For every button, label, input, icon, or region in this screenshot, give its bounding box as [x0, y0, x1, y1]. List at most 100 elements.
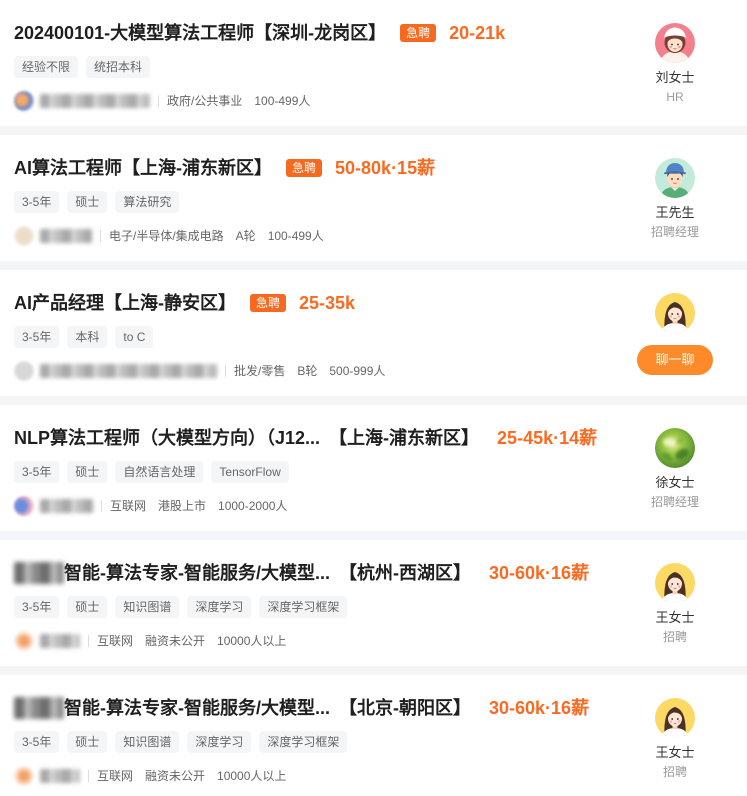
job-name-redacted-prefix[interactable] — [14, 562, 64, 584]
job-area: 【上海-浦东新区】 — [122, 158, 272, 178]
job-card[interactable]: AI产品经理 【上海-静安区】 急聘 25-35k 3-5年 本科 to C 批… — [0, 270, 747, 396]
job-tag: to C — [115, 326, 154, 348]
job-title-row[interactable]: 202400101-大模型算法工程师 【深圳-龙岗区】 急聘 20-21k — [14, 20, 505, 46]
recruiter-name: 王先生 — [655, 205, 695, 220]
divider — [88, 770, 89, 782]
recruiter[interactable]: 聊一聊 — [635, 293, 715, 375]
job-area: 【杭州-西湖区】 — [339, 563, 471, 583]
job-tags: 3-5年 硕士 算法研究 — [14, 191, 180, 213]
recruiter-name: 王女士 — [655, 610, 695, 625]
company-name-redacted[interactable] — [40, 94, 150, 108]
recruiter-avatar[interactable] — [655, 428, 695, 468]
job-card[interactable]: 智能-算法专家-智能服务/大模型... 【杭州-西湖区】 30-60k·16薪 … — [0, 540, 747, 666]
plant-photo-avatar-icon — [655, 428, 695, 468]
company-stage: 融资未公开 — [145, 634, 206, 648]
job-name-redacted-prefix[interactable] — [14, 697, 64, 719]
recruiter-avatar[interactable] — [655, 23, 695, 63]
job-tag: 硕士 — [67, 731, 108, 753]
company-stage: 港股上市 — [158, 499, 207, 513]
salary: 50-80k·15薪 — [335, 158, 436, 178]
company-name-redacted[interactable] — [40, 499, 93, 513]
job-title-row[interactable]: 智能-算法专家-智能服务/大模型... 【北京-朝阳区】 30-60k·16薪 — [14, 695, 589, 721]
job-tag: 自然语言处理 — [115, 461, 204, 483]
recruiter-avatar[interactable] — [655, 563, 695, 603]
job-name[interactable]: 智能-算法专家-智能服务/大模型... — [64, 560, 330, 586]
company-stage: A轮 — [235, 229, 256, 243]
job-tag: 3-5年 — [14, 596, 60, 618]
salary: 30-60k·16薪 — [489, 698, 590, 718]
recruiter-title: 招聘经理 — [650, 495, 699, 509]
company-row[interactable]: 政府/公共事业 100-499人 — [14, 91, 322, 111]
salary: 25-35k — [299, 293, 356, 313]
company-logo[interactable] — [14, 766, 34, 786]
salary: 20-21k — [449, 23, 506, 43]
job-title-row[interactable]: 智能-算法专家-智能服务/大模型... 【杭州-西湖区】 30-60k·16薪 — [14, 560, 589, 586]
job-card[interactable]: NLP算法工程师（大模型方向）（J12... 【上海-浦东新区】 25-45k·… — [0, 405, 747, 531]
recruiter-avatar[interactable] — [655, 158, 695, 198]
job-card[interactable]: AI算法工程师 【上海-浦东新区】 急聘 50-80k·15薪 3-5年 硕士 … — [0, 135, 747, 261]
job-area: 【深圳-龙岗区】 — [254, 23, 387, 43]
company-logo[interactable] — [14, 631, 34, 651]
company-logo[interactable] — [14, 496, 34, 516]
job-name[interactable]: 智能-算法专家-智能服务/大模型... — [64, 695, 330, 721]
recruiter-title: 招聘经理 — [650, 225, 699, 239]
job-name[interactable]: AI算法工程师 — [14, 155, 122, 181]
job-list: 202400101-大模型算法工程师 【深圳-龙岗区】 急聘 20-21k 经验… — [0, 0, 747, 796]
company-industry: 电子/半导体/集成电路 — [109, 229, 224, 243]
company-scale: 100-499人 — [267, 229, 324, 243]
company-row[interactable]: 互联网 港股上市 1000-2000人 — [14, 496, 299, 516]
company-logo[interactable] — [14, 91, 34, 111]
company-name-redacted[interactable] — [40, 229, 92, 243]
job-name[interactable]: AI产品经理 — [14, 290, 104, 316]
divider — [101, 500, 102, 512]
recruiter-title: HR — [666, 90, 684, 104]
recruiter[interactable]: 刘女士 HR — [635, 23, 715, 106]
recruiter-name: 刘女士 — [655, 70, 695, 85]
job-name[interactable]: NLP算法工程师（大模型方向）（J12... — [14, 425, 320, 451]
company-row[interactable]: 批发/零售 B轮 500-999人 — [14, 361, 397, 381]
job-area: 【北京-朝阳区】 — [339, 698, 471, 718]
divider — [100, 230, 101, 242]
job-title-row[interactable]: AI产品经理 【上海-静安区】 急聘 25-35k — [14, 290, 355, 316]
cartoon-woman-avatar-icon — [655, 563, 695, 603]
cartoon-man-avatar-icon — [655, 158, 695, 198]
company-name-redacted[interactable] — [40, 634, 80, 648]
job-tag: 深度学习框架 — [259, 596, 348, 618]
job-tag: 深度学习 — [187, 596, 252, 618]
recruiter[interactable]: 王女士 招聘 — [635, 698, 715, 781]
company-row[interactable]: 电子/半导体/集成电路 A轮 100-499人 — [14, 226, 336, 246]
company-name-redacted[interactable] — [40, 364, 217, 378]
job-tag: 硕士 — [67, 191, 108, 213]
recruiter[interactable]: 王女士 招聘 — [635, 563, 715, 646]
job-card[interactable]: 智能-算法专家-智能服务/大模型... 【北京-朝阳区】 30-60k·16薪 … — [0, 675, 747, 796]
company-name-redacted[interactable] — [40, 769, 80, 783]
chat-button[interactable]: 聊一聊 — [637, 345, 713, 375]
urgent-badge: 急聘 — [250, 294, 287, 312]
job-tag: 算法研究 — [115, 191, 180, 213]
company-scale: 10000人以上 — [217, 634, 287, 648]
job-name[interactable]: 202400101-大模型算法工程师 — [14, 20, 254, 46]
job-title-row[interactable]: NLP算法工程师（大模型方向）（J12... 【上海-浦东新区】 25-45k·… — [14, 425, 597, 451]
job-card[interactable]: 202400101-大模型算法工程师 【深圳-龙岗区】 急聘 20-21k 经验… — [0, 0, 747, 126]
company-logo[interactable] — [14, 361, 34, 381]
job-tag: 统招本科 — [86, 56, 151, 78]
job-tags: 3-5年 本科 to C — [14, 326, 154, 348]
company-logo[interactable] — [14, 226, 34, 246]
recruiter[interactable]: 徐女士 招聘经理 — [635, 428, 715, 511]
company-stage: 融资未公开 — [145, 769, 206, 783]
job-tag: 3-5年 — [14, 461, 60, 483]
recruiter-avatar[interactable] — [655, 698, 695, 738]
company-industry: 互联网 — [110, 499, 147, 513]
company-row[interactable]: 互联网 融资未公开 10000人以上 — [14, 631, 298, 651]
recruiter-title: 招聘 — [662, 630, 687, 644]
company-row[interactable]: 互联网 融资未公开 10000人以上 — [14, 766, 298, 786]
company-scale: 1000-2000人 — [218, 499, 288, 513]
recruiter-avatar[interactable] — [655, 293, 695, 333]
recruiter[interactable]: 王先生 招聘经理 — [635, 158, 715, 241]
job-tag: 3-5年 — [14, 191, 60, 213]
divider — [158, 95, 159, 107]
job-tags: 3-5年 硕士 知识图谱 深度学习 深度学习框架 — [14, 596, 348, 618]
cartoon-woman-avatar-icon — [655, 23, 695, 63]
job-tag: 本科 — [67, 326, 108, 348]
job-title-row[interactable]: AI算法工程师 【上海-浦东新区】 急聘 50-80k·15薪 — [14, 155, 435, 181]
